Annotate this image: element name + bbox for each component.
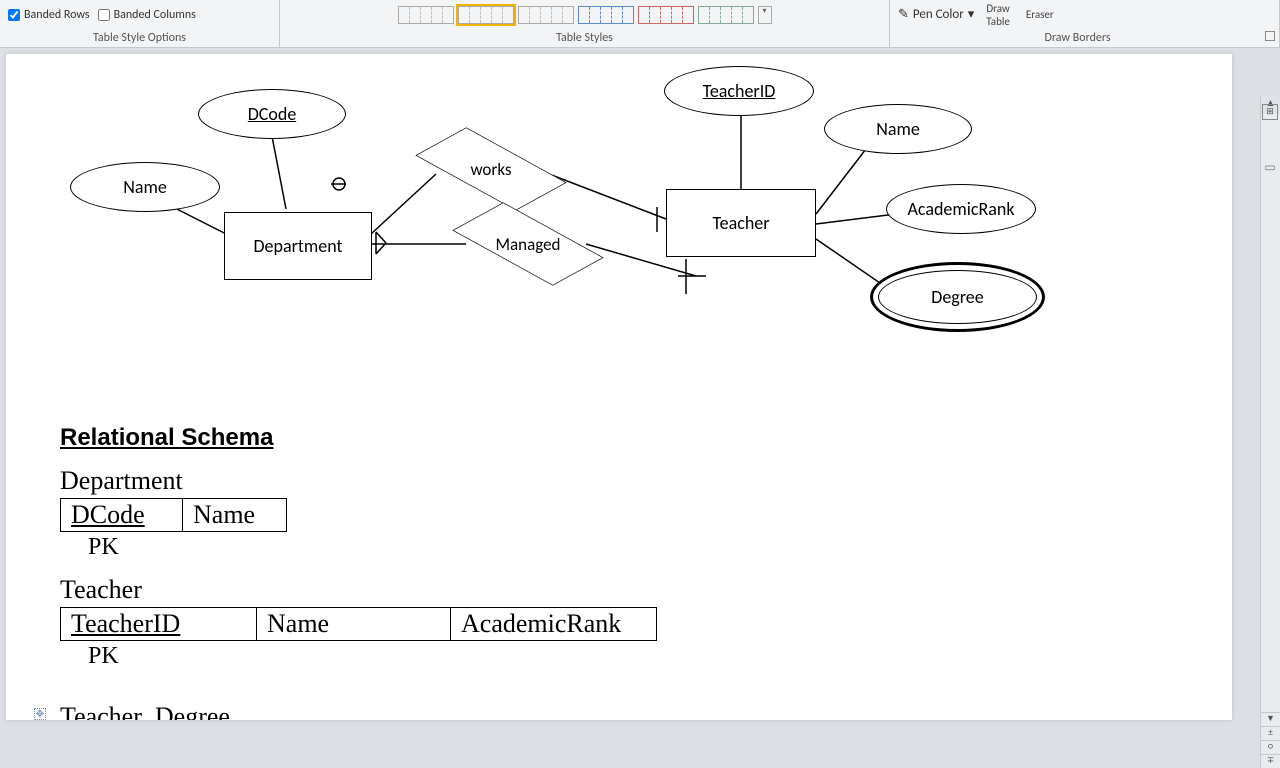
rel-works: works (421, 134, 561, 204)
schema-table-department[interactable]: DCodeName (60, 498, 287, 532)
attr-degree: Degree (870, 262, 1045, 332)
banded-rows-checkbox[interactable]: Banded Rows (8, 8, 90, 22)
draw-table-button[interactable]: Draw Table (982, 2, 1014, 28)
attr-dcode: DCode (198, 89, 346, 139)
rel-managed: Managed (458, 209, 598, 279)
prev-page-button[interactable]: ± (1261, 726, 1280, 740)
ruler-toggle-icon[interactable]: ▭ (1262, 160, 1278, 176)
vertical-scrollbar[interactable]: ▲ ▼ ± ○ ∓ (1260, 96, 1280, 768)
table-name-department: Department (60, 466, 1178, 496)
attr-teacherid: TeacherID (664, 66, 814, 116)
entity-department: Department (224, 212, 372, 280)
attr-academic-rank: AcademicRank (886, 184, 1036, 234)
ribbon: Banded Rows Banded Columns Table Style O… (0, 0, 1280, 48)
table-anchor-icon[interactable]: ✥ (34, 708, 46, 720)
pk-label: PK (88, 534, 1178, 561)
heading-relational-schema: Relational Schema (60, 424, 1178, 452)
gallery-more-button[interactable]: ▾ (758, 6, 772, 24)
attr-name-teacher: Name (824, 104, 972, 154)
options-icon[interactable]: ⊞ (1262, 104, 1278, 120)
pen-icon: ✎ (898, 7, 909, 22)
ribbon-section-label: Table Style Options (0, 29, 279, 47)
next-page-button[interactable]: ∓ (1261, 754, 1280, 768)
pk-label: PK (88, 643, 1178, 670)
banded-cols-checkbox[interactable]: Banded Columns (98, 8, 196, 22)
entity-teacher: Teacher (666, 189, 816, 257)
scroll-down-button[interactable]: ▼ (1261, 712, 1280, 726)
chevron-down-icon: ▾ (968, 7, 975, 22)
ribbon-section-label: Draw Borders (890, 29, 1265, 47)
ribbon-section-label: Table Styles (280, 29, 889, 47)
table-style-gallery[interactable]: ▾ (398, 6, 772, 24)
browse-object-button[interactable]: ○ (1261, 740, 1280, 754)
pen-color-dropdown[interactable]: ✎ Pen Color ▾ (898, 7, 974, 22)
table-name-teacher: Teacher (60, 575, 1178, 605)
er-diagram: DCode Name Department works Managed Teac… (6, 54, 1232, 374)
document-page: DCode Name Department works Managed Teac… (6, 54, 1232, 720)
attr-name-dept: Name (70, 162, 220, 212)
schema-table-teacher[interactable]: TeacherIDNameAcademicRank (60, 607, 657, 641)
dialog-launcher[interactable] (1265, 31, 1275, 41)
table-name-teacher-degree: Teacher_Degree (60, 702, 1178, 720)
eraser-button[interactable]: Eraser (1022, 8, 1058, 21)
